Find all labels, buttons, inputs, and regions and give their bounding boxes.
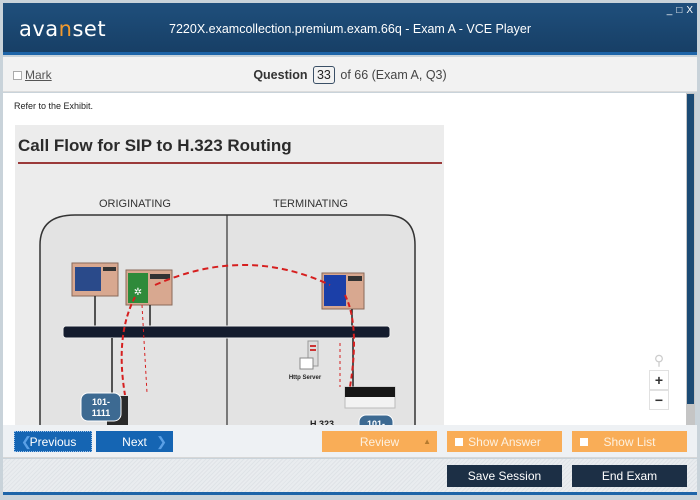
show-list-label: Show List xyxy=(603,434,656,449)
zoom-in-button[interactable]: + xyxy=(649,370,669,390)
next-button[interactable]: Next ❯ xyxy=(96,431,173,452)
zoom-out-button[interactable]: − xyxy=(649,390,669,410)
review-label: Review xyxy=(359,434,400,449)
window-controls: _ □ X xyxy=(667,5,693,16)
question-total: of 66 (Exam A, Q3) xyxy=(340,68,447,82)
call-flow-diagram: ✲ Http Server 101- 1111 H.323 101- xyxy=(39,214,416,425)
next-label: Next xyxy=(122,434,147,449)
question-text: Refer to the Exhibit. xyxy=(14,101,94,111)
extension-badge-right: 101- xyxy=(358,414,394,425)
navigation-bar: ❮ Previous Next ❯ Review ▲ Show Answer S… xyxy=(3,425,697,458)
checkbox-icon xyxy=(580,437,588,446)
question-number-input[interactable]: 33 xyxy=(312,66,335,84)
question-content: Refer to the Exhibit. Call Flow for SIP … xyxy=(3,93,686,425)
chevron-left-icon: ❮ xyxy=(21,433,32,449)
server-device-1 xyxy=(71,262,119,297)
chevron-right-icon: ❯ xyxy=(156,433,167,449)
question-bar: Mark Question 33 of 66 (Exam A, Q3) xyxy=(3,57,697,92)
triangle-up-icon: ▲ xyxy=(423,437,431,446)
title-bar: avanset 7220X.examcollection.premium.exa… xyxy=(3,3,697,55)
review-button[interactable]: Review ▲ xyxy=(322,431,437,452)
checkbox-icon xyxy=(455,437,463,446)
vertical-scrollbar[interactable] xyxy=(686,93,695,425)
svg-text:101-: 101- xyxy=(92,397,110,407)
show-answer-label: Show Answer xyxy=(468,434,541,449)
end-exam-button[interactable]: End Exam xyxy=(572,465,687,487)
svg-text:✲: ✲ xyxy=(134,287,142,298)
network-backbone xyxy=(62,325,391,339)
http-server-label: Http Server xyxy=(289,375,322,381)
h323-gateway-device xyxy=(344,386,396,409)
window-title: 7220X.examcollection.premium.exam.66q - … xyxy=(169,22,531,36)
minimize-button[interactable]: _ xyxy=(667,5,673,16)
previous-label: Previous xyxy=(29,434,77,449)
show-list-button[interactable]: Show List xyxy=(572,431,687,452)
gatekeeper-device xyxy=(321,272,365,310)
zoom-controls: ⚲ + − xyxy=(648,352,670,410)
previous-button[interactable]: ❮ Previous xyxy=(14,431,92,452)
svg-text:1111: 1111 xyxy=(92,408,111,418)
maximize-button[interactable]: □ xyxy=(676,5,682,16)
question-label: Question xyxy=(253,68,308,82)
exhibit-image: Call Flow for SIP to H.323 Routing ORIGI… xyxy=(15,125,444,425)
vce-player-window: avanset 7220X.examcollection.premium.exa… xyxy=(0,0,700,500)
extension-badge-left: 101- 1111 xyxy=(80,392,122,422)
save-session-button[interactable]: Save Session xyxy=(447,465,562,487)
show-answer-button[interactable]: Show Answer xyxy=(447,431,562,452)
footer-bar: Save Session End Exam xyxy=(3,459,697,495)
scrollbar-thumb[interactable] xyxy=(687,94,694,404)
magnifier-icon[interactable]: ⚲ xyxy=(648,352,670,370)
question-counter: Question 33 of 66 (Exam A, Q3) xyxy=(3,66,697,84)
close-button[interactable]: X xyxy=(686,5,693,16)
